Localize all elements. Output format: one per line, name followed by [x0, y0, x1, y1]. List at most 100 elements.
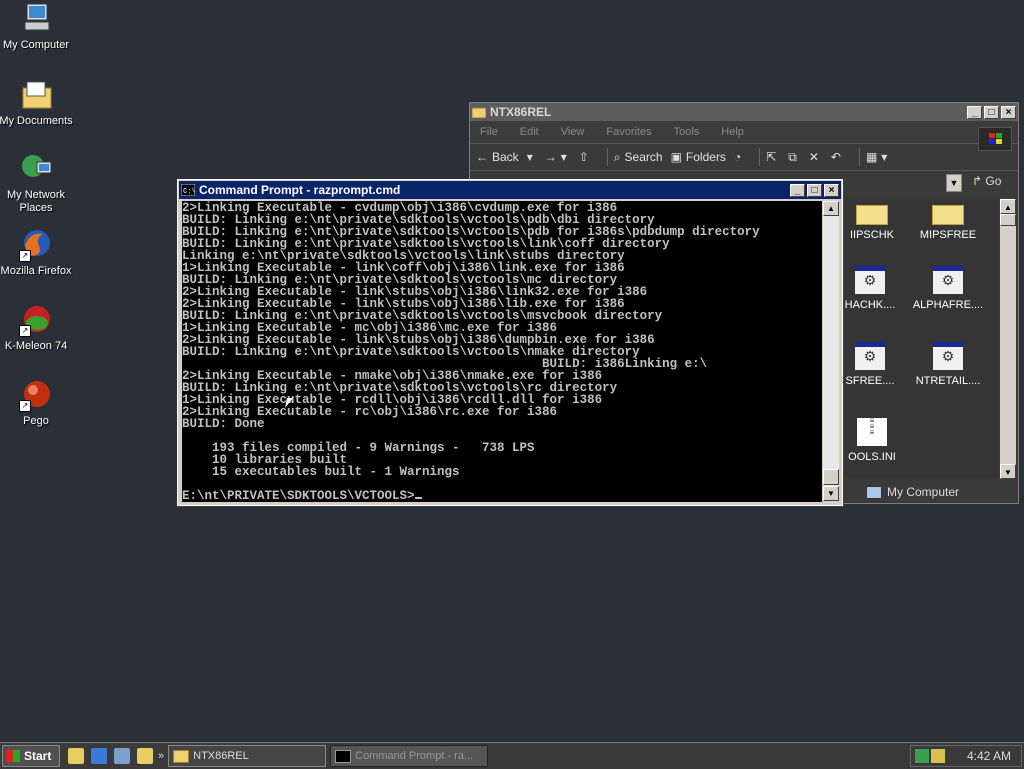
- chevron-more-icon[interactable]: »: [158, 750, 164, 762]
- address-dropdown-button[interactable]: ▼: [946, 174, 962, 192]
- maximize-button[interactable]: □: [807, 183, 822, 197]
- desktop-icon-network-places[interactable]: My Network Places: [0, 152, 74, 215]
- windows-logo-icon: [978, 127, 1012, 151]
- copy-to-button[interactable]: ⧉: [788, 150, 801, 165]
- scroll-thumb[interactable]: [1000, 214, 1016, 226]
- command-prompt-window[interactable]: C:\ Command Prompt - razprompt.cmd _ □ ×…: [177, 179, 843, 506]
- desktop-icon-pego[interactable]: ↗ Pego: [0, 378, 74, 428]
- desktop-icon-label: K-Meleon 74: [4, 340, 68, 352]
- taskbar: Start » NTX86REL Command Prompt - ra... …: [0, 742, 1024, 769]
- menu-favorites[interactable]: Favorites: [606, 126, 651, 138]
- move-to-button[interactable]: ⇱: [766, 150, 780, 164]
- scroll-up-button[interactable]: ▲: [1000, 199, 1016, 214]
- minimize-button[interactable]: _: [790, 183, 805, 197]
- desktop-icon-label: Pego: [23, 415, 49, 427]
- status-location: My Computer: [887, 485, 960, 499]
- desktop-icon-my-documents[interactable]: My Documents: [0, 78, 74, 128]
- menu-bar: File Edit View Favorites Tools Help: [470, 121, 1018, 143]
- network-tray-icon[interactable]: [915, 749, 929, 763]
- menu-tools[interactable]: Tools: [674, 126, 700, 138]
- start-label: Start: [24, 749, 52, 763]
- explorer-vertical-scrollbar[interactable]: ▲ ▼: [1000, 199, 1016, 479]
- maximize-button[interactable]: □: [984, 105, 999, 119]
- up-folder-icon: ⇧: [578, 150, 589, 164]
- history-button[interactable]: ◔: [734, 150, 745, 164]
- menu-edit[interactable]: Edit: [520, 126, 539, 138]
- firefox-icon: ↗: [19, 228, 53, 262]
- console-line: 2>Linking Executable - rc\obj\i386\rc.ex…: [182, 405, 558, 419]
- my-computer-icon: [866, 485, 882, 499]
- folders-button[interactable]: ▣ Folders: [671, 150, 726, 164]
- delete-button[interactable]: ✕: [809, 150, 823, 164]
- volume-tray-icon[interactable]: [931, 749, 945, 763]
- go-arrow-icon: ↱: [972, 174, 983, 188]
- pego-icon: ↗: [19, 378, 53, 412]
- executable-icon: ⚙: [854, 265, 886, 295]
- desktop-icon-label: Mozilla Firefox: [0, 265, 72, 277]
- back-arrow-icon: ←: [476, 150, 488, 164]
- views-button[interactable]: ▦ ▾: [866, 150, 891, 164]
- undo-icon: ↶: [830, 150, 841, 164]
- chevron-down-icon: ▾: [560, 150, 567, 164]
- file-item[interactable]: ⚙ ALPHAFRE....: [908, 265, 988, 311]
- internet-explorer-icon[interactable]: [91, 748, 107, 764]
- up-folder-button[interactable]: ⇧: [579, 150, 593, 164]
- svg-text:C:\: C:\: [183, 188, 195, 196]
- go-label: Go: [985, 174, 1002, 188]
- task-button-ntx86rel[interactable]: NTX86REL: [168, 745, 327, 767]
- file-item[interactable]: IIPSCHK: [832, 199, 912, 241]
- desktop-icon-firefox[interactable]: ↗ Mozilla Firefox: [0, 228, 74, 278]
- clock[interactable]: 4:42 AM: [967, 749, 1011, 763]
- search-label: Search: [624, 150, 663, 164]
- executable-icon: ⚙: [932, 265, 964, 295]
- menu-help[interactable]: Help: [721, 126, 744, 138]
- scroll-down-button[interactable]: ▼: [823, 486, 839, 501]
- cmd-vertical-scrollbar[interactable]: ▲ ▼: [823, 201, 839, 501]
- file-name: MIPSFREE: [919, 229, 977, 241]
- file-name: ALPHAFRE....: [912, 299, 984, 311]
- executable-icon: ⚙: [932, 341, 964, 371]
- folder-icon: [856, 205, 888, 225]
- desktop-icon-k-meleon[interactable]: ↗ K-Meleon 74: [0, 303, 74, 353]
- show-desktop-icon[interactable]: [114, 748, 130, 764]
- file-name: OOLS.INI: [848, 451, 896, 463]
- explorer-status-bar: My Computer: [844, 483, 1016, 501]
- back-button[interactable]: ← Back ▾: [476, 150, 537, 164]
- minimize-button[interactable]: _: [967, 105, 982, 119]
- task-button-command-prompt[interactable]: Command Prompt - ra...: [330, 745, 489, 767]
- file-list-pane[interactable]: IIPSCHK MIPSFREE ⚙ HACHK.... ⚙ ALPHAFRE.…: [844, 199, 998, 479]
- menu-view[interactable]: View: [561, 126, 585, 138]
- shortcut-arrow-icon: ↗: [19, 325, 31, 337]
- close-button[interactable]: ×: [1001, 105, 1016, 119]
- explorer-titlebar[interactable]: NTX86REL _ □ ×: [470, 103, 1018, 121]
- undo-button[interactable]: ↶: [831, 150, 845, 164]
- folders-label: Folders: [685, 150, 726, 164]
- task-label: Command Prompt - ra...: [355, 750, 474, 762]
- file-name: HACHK....: [844, 299, 896, 311]
- file-item[interactable]: ⚙ NTRETAIL....: [908, 341, 988, 387]
- window-title: NTX86REL: [490, 105, 552, 119]
- explorer-toolbar: ← Back ▾ → ▾ ⇧ ⌕ Search ▣ Folders ◔ ⇱ ⧉ ✕ ↶ ▦…: [470, 143, 1018, 170]
- close-button[interactable]: ×: [824, 183, 839, 197]
- scroll-up-button[interactable]: ▲: [823, 201, 839, 216]
- console-line: BUILD: Done: [182, 417, 265, 431]
- cmd-titlebar[interactable]: C:\ Command Prompt - razprompt.cmd _ □ ×: [179, 181, 841, 199]
- menu-file[interactable]: File: [480, 126, 498, 138]
- copy-to-icon: ⧉: [788, 149, 797, 164]
- file-item[interactable]: ≡ ≡ ≡ OOLS.INI: [832, 417, 912, 464]
- console-output[interactable]: 2>Linking Executable - cvdump\obj\i386\c…: [182, 201, 822, 502]
- file-item[interactable]: MIPSFREE: [908, 199, 988, 241]
- chevron-down-icon: ▾: [881, 150, 888, 164]
- text-cursor: [414, 497, 422, 499]
- explorer-icon[interactable]: [137, 748, 153, 764]
- k-meleon-icon: ↗: [19, 303, 53, 337]
- desktop-icon-my-computer[interactable]: My Computer: [0, 2, 74, 52]
- start-button[interactable]: Start: [2, 745, 60, 767]
- forward-button[interactable]: → ▾: [545, 150, 571, 164]
- go-button[interactable]: ↱ Go: [972, 174, 1001, 188]
- scroll-thumb[interactable]: [823, 469, 839, 485]
- search-button[interactable]: ⌕ Search: [614, 150, 663, 165]
- outlook-icon[interactable]: [68, 748, 84, 764]
- back-label: Back: [492, 150, 519, 164]
- scroll-down-button[interactable]: ▼: [1000, 464, 1016, 479]
